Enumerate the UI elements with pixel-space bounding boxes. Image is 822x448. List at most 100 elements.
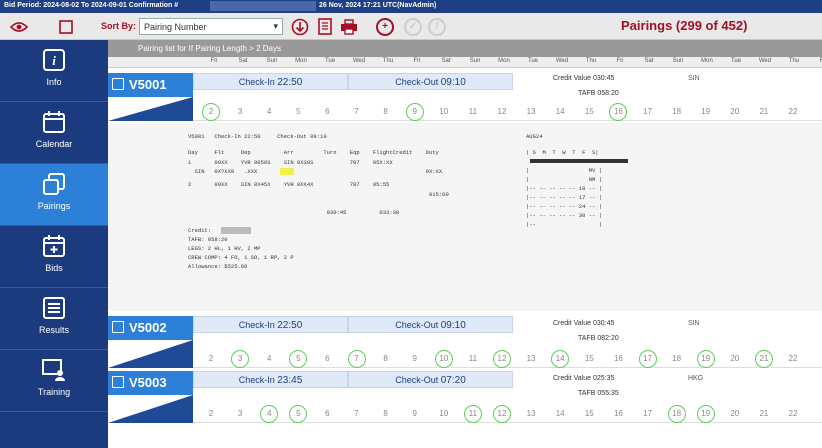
print-icon[interactable] [340, 18, 358, 35]
date-cell-selected[interactable]: 19 [696, 350, 715, 368]
date-cell[interactable]: 16 [609, 405, 627, 423]
date-cell[interactable]: 4 [260, 103, 278, 121]
date-cell[interactable]: 5 [289, 103, 307, 121]
date-cell[interactable]: 13 [522, 405, 540, 423]
sidebar-item-label: Info [46, 77, 62, 87]
date-cell[interactable]: 2 [202, 350, 220, 368]
confirmation-redacted [210, 1, 316, 11]
date-cell[interactable]: 20 [726, 103, 744, 121]
date-cell-selected[interactable]: 10 [434, 350, 453, 368]
date-cell[interactable]: 15 [580, 350, 598, 368]
date-cell-selected[interactable]: 5 [289, 350, 308, 368]
pairing-id-tab[interactable]: V5003 [108, 371, 193, 395]
date-cell-selected[interactable]: 5 [289, 405, 308, 423]
day-header: Tue [324, 58, 336, 64]
date-cell[interactable]: 2 [202, 405, 220, 423]
day-header: Mon [498, 58, 510, 64]
date-cell-selected[interactable]: 9 [405, 103, 424, 121]
date-cell[interactable]: 19 [697, 103, 715, 121]
add-icon[interactable]: + [376, 18, 394, 36]
date-cell[interactable]: 14 [551, 103, 569, 121]
pairing-checkbox[interactable] [112, 78, 124, 90]
date-cell[interactable]: 4 [260, 350, 278, 368]
date-cell[interactable]: 12 [493, 103, 511, 121]
date-cell[interactable]: 13 [522, 350, 540, 368]
date-cell[interactable]: 21 [755, 103, 773, 121]
date-cell-selected[interactable]: 11 [463, 405, 482, 423]
date-cell-selected[interactable]: 17 [638, 350, 657, 368]
date-cell[interactable]: 11 [464, 103, 482, 121]
date-cell[interactable]: 22 [784, 405, 802, 423]
date-cell[interactable]: 7 [348, 405, 366, 423]
date-cell-selected[interactable]: 3 [231, 350, 250, 368]
checkout-time: 09:10 [440, 320, 466, 331]
results-icon [43, 297, 65, 319]
date-cell[interactable]: 10 [435, 405, 453, 423]
pairing-checkbox[interactable] [112, 376, 124, 388]
date-cell[interactable]: 21 [755, 405, 773, 423]
date-cell-selected[interactable]: 12 [493, 350, 511, 368]
date-cell[interactable]: 8 [377, 103, 395, 121]
date-cell[interactable]: 17 [639, 103, 657, 121]
pairing-id-tab[interactable]: V5001 [108, 73, 193, 97]
date-cell[interactable]: 11 [464, 350, 482, 368]
date-cell-selected[interactable]: 14 [551, 350, 570, 368]
sidebar-item-training[interactable]: Training [0, 350, 108, 412]
date-cell[interactable]: 16 [609, 350, 627, 368]
sidebar-item-label: Bids [45, 263, 63, 273]
sidebar: i Info Calendar Pairings Bids Results Tr… [0, 40, 108, 448]
date-cell[interactable]: 8 [377, 350, 395, 368]
select-all-checkbox[interactable] [57, 18, 75, 35]
date-cell[interactable]: 3 [231, 103, 249, 121]
download-icon[interactable] [291, 18, 309, 35]
date-cell-selected[interactable]: 2 [202, 103, 220, 121]
eye-icon[interactable] [10, 18, 28, 35]
date-cell[interactable]: 14 [551, 405, 569, 423]
document-icon[interactable] [316, 18, 334, 35]
date-cell-selected[interactable]: 21 [754, 350, 773, 368]
detail-totals: 030:45 033:30 [188, 209, 400, 216]
sidebar-item-pairings[interactable]: Pairings [0, 164, 108, 226]
date-cell[interactable]: 15 [580, 405, 598, 423]
date-cell[interactable]: 18 [668, 103, 686, 121]
date-cell[interactable]: 6 [318, 103, 336, 121]
date-cell[interactable]: 18 [668, 350, 686, 368]
date-cell[interactable]: 17 [639, 405, 657, 423]
date-cell[interactable]: 22 [784, 103, 802, 121]
day-header-row: Fri Sat Sun Mon Tue Wed Thu Fri Sat Sun Mon Tue Wed T… [108, 57, 822, 68]
sidebar-item-info[interactable]: i Info [0, 40, 108, 102]
date-cell-selected[interactable]: 4 [260, 405, 279, 423]
date-cell-selected[interactable]: 18 [667, 405, 686, 423]
date-cell[interactable]: 20 [726, 350, 744, 368]
date-cell[interactable]: 10 [435, 103, 453, 121]
date-cell-selected[interactable]: 12 [493, 405, 511, 423]
date-cell[interactable]: 15 [580, 103, 598, 121]
pairing-id-tab[interactable]: V5002 [108, 316, 193, 340]
date-cell-selected[interactable]: 19 [696, 405, 715, 423]
check-icon[interactable]: ✓ [404, 18, 422, 36]
date-cell[interactable]: 3 [231, 405, 249, 423]
date-cell-selected[interactable]: 16 [609, 103, 628, 121]
detail-row: SIN 0X?XX0 .XXX 0X:XX [188, 168, 443, 175]
sidebar-item-bids[interactable]: Bids [0, 226, 108, 288]
day-header: Wed [758, 58, 772, 64]
pairing-checkbox[interactable] [112, 321, 124, 333]
sidebar-item-label: Calendar [35, 139, 73, 149]
date-cell[interactable]: 22 [784, 350, 802, 368]
day-header: Sun [469, 58, 481, 64]
date-cell-selected[interactable]: 7 [347, 350, 366, 368]
date-cell[interactable]: 6 [318, 405, 336, 423]
sort-by-select[interactable]: Pairing Number ▾ [139, 18, 283, 35]
date-cell[interactable]: 6 [318, 350, 336, 368]
cancel-icon[interactable]: / [428, 18, 446, 36]
date-cell[interactable]: 20 [726, 405, 744, 423]
pairing-id: V5001 [129, 77, 167, 92]
pairing-id: V5002 [129, 320, 167, 335]
date-cell[interactable]: 9 [406, 350, 424, 368]
date-cell[interactable]: 9 [406, 405, 424, 423]
date-cell[interactable]: 13 [522, 103, 540, 121]
sidebar-item-calendar[interactable]: Calendar [0, 102, 108, 164]
date-cell[interactable]: 7 [348, 103, 366, 121]
date-cell[interactable]: 8 [377, 405, 395, 423]
sidebar-item-results[interactable]: Results [0, 288, 108, 350]
